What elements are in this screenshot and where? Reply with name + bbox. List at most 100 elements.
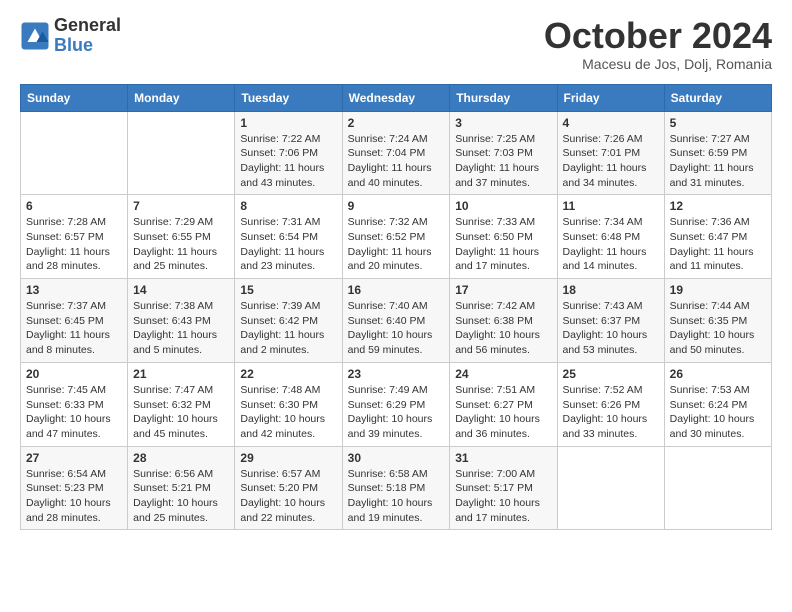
cell-content: Sunrise: 7:00 AM Sunset: 5:17 PM Dayligh… [455, 467, 551, 526]
calendar-cell [557, 446, 664, 530]
page-header: General Blue October 2024 Macesu de Jos,… [20, 16, 772, 72]
day-header-thursday: Thursday [450, 84, 557, 111]
calendar-cell: 15 Sunrise: 7:39 AM Sunset: 6:42 PM Dayli… [235, 279, 342, 363]
day-number: 5 [670, 116, 766, 130]
cell-content: Sunrise: 7:29 AM Sunset: 6:55 PM Dayligh… [133, 215, 229, 274]
calendar-cell: 18 Sunrise: 7:43 AM Sunset: 6:37 PM Dayli… [557, 279, 664, 363]
calendar-cell: 25Sunrise: 7:52 AM Sunset: 6:26 PM Dayli… [557, 362, 664, 446]
calendar-cell: 10 Sunrise: 7:33 AM Sunset: 6:50 PM Dayli… [450, 195, 557, 279]
day-number: 25 [563, 367, 659, 381]
cell-content: Sunrise: 6:54 AM Sunset: 5:23 PM Dayligh… [26, 467, 122, 526]
calendar-cell: 23Sunrise: 7:49 AM Sunset: 6:29 PM Dayli… [342, 362, 450, 446]
cell-content: Sunrise: 7:36 AM Sunset: 6:47 PM Dayligh… [670, 215, 766, 274]
calendar-cell: 14 Sunrise: 7:38 AM Sunset: 6:43 PM Dayli… [128, 279, 235, 363]
cell-content: Sunrise: 7:53 AM Sunset: 6:24 PM Dayligh… [670, 383, 766, 442]
cell-content: Sunrise: 7:45 AM Sunset: 6:33 PM Dayligh… [26, 383, 122, 442]
day-number: 27 [26, 451, 122, 465]
day-header-tuesday: Tuesday [235, 84, 342, 111]
calendar-week-5: 27 Sunrise: 6:54 AM Sunset: 5:23 PM Dayli… [21, 446, 772, 530]
cell-content: Sunrise: 7:51 AM Sunset: 6:27 PM Dayligh… [455, 383, 551, 442]
day-number: 9 [348, 199, 445, 213]
calendar-cell: 1 Sunrise: 7:22 AM Sunset: 7:06 PM Daylig… [235, 111, 342, 195]
calendar-cell: 13 Sunrise: 7:37 AM Sunset: 6:45 PM Dayli… [21, 279, 128, 363]
day-number: 21 [133, 367, 229, 381]
day-number: 12 [670, 199, 766, 213]
calendar-week-4: 20 Sunrise: 7:45 AM Sunset: 6:33 PM Dayli… [21, 362, 772, 446]
day-number: 30 [348, 451, 445, 465]
calendar-week-1: 1 Sunrise: 7:22 AM Sunset: 7:06 PM Daylig… [21, 111, 772, 195]
logo-line2: Blue [54, 36, 121, 56]
cell-content: Sunrise: 7:26 AM Sunset: 7:01 PM Dayligh… [563, 132, 659, 191]
location: Macesu de Jos, Dolj, Romania [544, 56, 772, 72]
day-number: 4 [563, 116, 659, 130]
calendar-cell: 21Sunrise: 7:47 AM Sunset: 6:32 PM Dayli… [128, 362, 235, 446]
day-number: 6 [26, 199, 122, 213]
day-number: 20 [26, 367, 122, 381]
logo-line1: General [54, 16, 121, 36]
calendar-table: SundayMondayTuesdayWednesdayThursdayFrid… [20, 84, 772, 531]
day-number: 18 [563, 283, 659, 297]
day-header-wednesday: Wednesday [342, 84, 450, 111]
calendar-week-2: 6Sunrise: 7:28 AM Sunset: 6:57 PM Daylig… [21, 195, 772, 279]
day-header-friday: Friday [557, 84, 664, 111]
day-number: 22 [240, 367, 336, 381]
day-number: 1 [240, 116, 336, 130]
calendar-cell: 26 Sunrise: 7:53 AM Sunset: 6:24 PM Dayli… [664, 362, 771, 446]
cell-content: Sunrise: 7:31 AM Sunset: 6:54 PM Dayligh… [240, 215, 336, 274]
day-number: 28 [133, 451, 229, 465]
calendar-cell: 9 Sunrise: 7:32 AM Sunset: 6:52 PM Daylig… [342, 195, 450, 279]
day-number: 24 [455, 367, 551, 381]
calendar-header: SundayMondayTuesdayWednesdayThursdayFrid… [21, 84, 772, 111]
logo: General Blue [20, 16, 121, 56]
calendar-cell: 11Sunrise: 7:34 AM Sunset: 6:48 PM Dayli… [557, 195, 664, 279]
calendar-body: 1 Sunrise: 7:22 AM Sunset: 7:06 PM Daylig… [21, 111, 772, 530]
cell-content: Sunrise: 7:49 AM Sunset: 6:29 PM Dayligh… [348, 383, 445, 442]
cell-content: Sunrise: 7:42 AM Sunset: 6:38 PM Dayligh… [455, 299, 551, 358]
cell-content: Sunrise: 7:43 AM Sunset: 6:37 PM Dayligh… [563, 299, 659, 358]
calendar-week-3: 13 Sunrise: 7:37 AM Sunset: 6:45 PM Dayli… [21, 279, 772, 363]
day-number: 26 [670, 367, 766, 381]
calendar-cell [128, 111, 235, 195]
cell-content: Sunrise: 6:56 AM Sunset: 5:21 PM Dayligh… [133, 467, 229, 526]
day-number: 15 [240, 283, 336, 297]
day-number: 13 [26, 283, 122, 297]
day-number: 14 [133, 283, 229, 297]
calendar-cell: 22Sunrise: 7:48 AM Sunset: 6:30 PM Dayli… [235, 362, 342, 446]
day-number: 7 [133, 199, 229, 213]
day-header-monday: Monday [128, 84, 235, 111]
day-number: 8 [240, 199, 336, 213]
day-header-sunday: Sunday [21, 84, 128, 111]
cell-content: Sunrise: 7:38 AM Sunset: 6:43 PM Dayligh… [133, 299, 229, 358]
calendar-cell: 19 Sunrise: 7:44 AM Sunset: 6:35 PM Dayli… [664, 279, 771, 363]
day-number: 16 [348, 283, 445, 297]
calendar-cell [664, 446, 771, 530]
cell-content: Sunrise: 7:40 AM Sunset: 6:40 PM Dayligh… [348, 299, 445, 358]
day-number: 19 [670, 283, 766, 297]
calendar-cell: 7 Sunrise: 7:29 AM Sunset: 6:55 PM Daylig… [128, 195, 235, 279]
cell-content: Sunrise: 7:33 AM Sunset: 6:50 PM Dayligh… [455, 215, 551, 274]
cell-content: Sunrise: 7:44 AM Sunset: 6:35 PM Dayligh… [670, 299, 766, 358]
cell-content: Sunrise: 6:58 AM Sunset: 5:18 PM Dayligh… [348, 467, 445, 526]
day-number: 10 [455, 199, 551, 213]
day-number: 2 [348, 116, 445, 130]
day-number: 31 [455, 451, 551, 465]
calendar-cell [21, 111, 128, 195]
day-number: 29 [240, 451, 336, 465]
calendar-cell: 30 Sunrise: 6:58 AM Sunset: 5:18 PM Dayli… [342, 446, 450, 530]
calendar-cell: 31 Sunrise: 7:00 AM Sunset: 5:17 PM Dayli… [450, 446, 557, 530]
day-number: 17 [455, 283, 551, 297]
calendar-cell: 12 Sunrise: 7:36 AM Sunset: 6:47 PM Dayli… [664, 195, 771, 279]
cell-content: Sunrise: 7:32 AM Sunset: 6:52 PM Dayligh… [348, 215, 445, 274]
cell-content: Sunrise: 7:22 AM Sunset: 7:06 PM Dayligh… [240, 132, 336, 191]
month-title: October 2024 [544, 16, 772, 56]
cell-content: Sunrise: 6:57 AM Sunset: 5:20 PM Dayligh… [240, 467, 336, 526]
calendar-cell: 4 Sunrise: 7:26 AM Sunset: 7:01 PM Daylig… [557, 111, 664, 195]
calendar-cell: 27 Sunrise: 6:54 AM Sunset: 5:23 PM Dayli… [21, 446, 128, 530]
title-block: October 2024 Macesu de Jos, Dolj, Romani… [544, 16, 772, 72]
calendar-cell: 24 Sunrise: 7:51 AM Sunset: 6:27 PM Dayli… [450, 362, 557, 446]
calendar-cell: 17 Sunrise: 7:42 AM Sunset: 6:38 PM Dayli… [450, 279, 557, 363]
calendar-cell: 6Sunrise: 7:28 AM Sunset: 6:57 PM Daylig… [21, 195, 128, 279]
cell-content: Sunrise: 7:37 AM Sunset: 6:45 PM Dayligh… [26, 299, 122, 358]
cell-content: Sunrise: 7:39 AM Sunset: 6:42 PM Dayligh… [240, 299, 336, 358]
calendar-cell: 8 Sunrise: 7:31 AM Sunset: 6:54 PM Daylig… [235, 195, 342, 279]
